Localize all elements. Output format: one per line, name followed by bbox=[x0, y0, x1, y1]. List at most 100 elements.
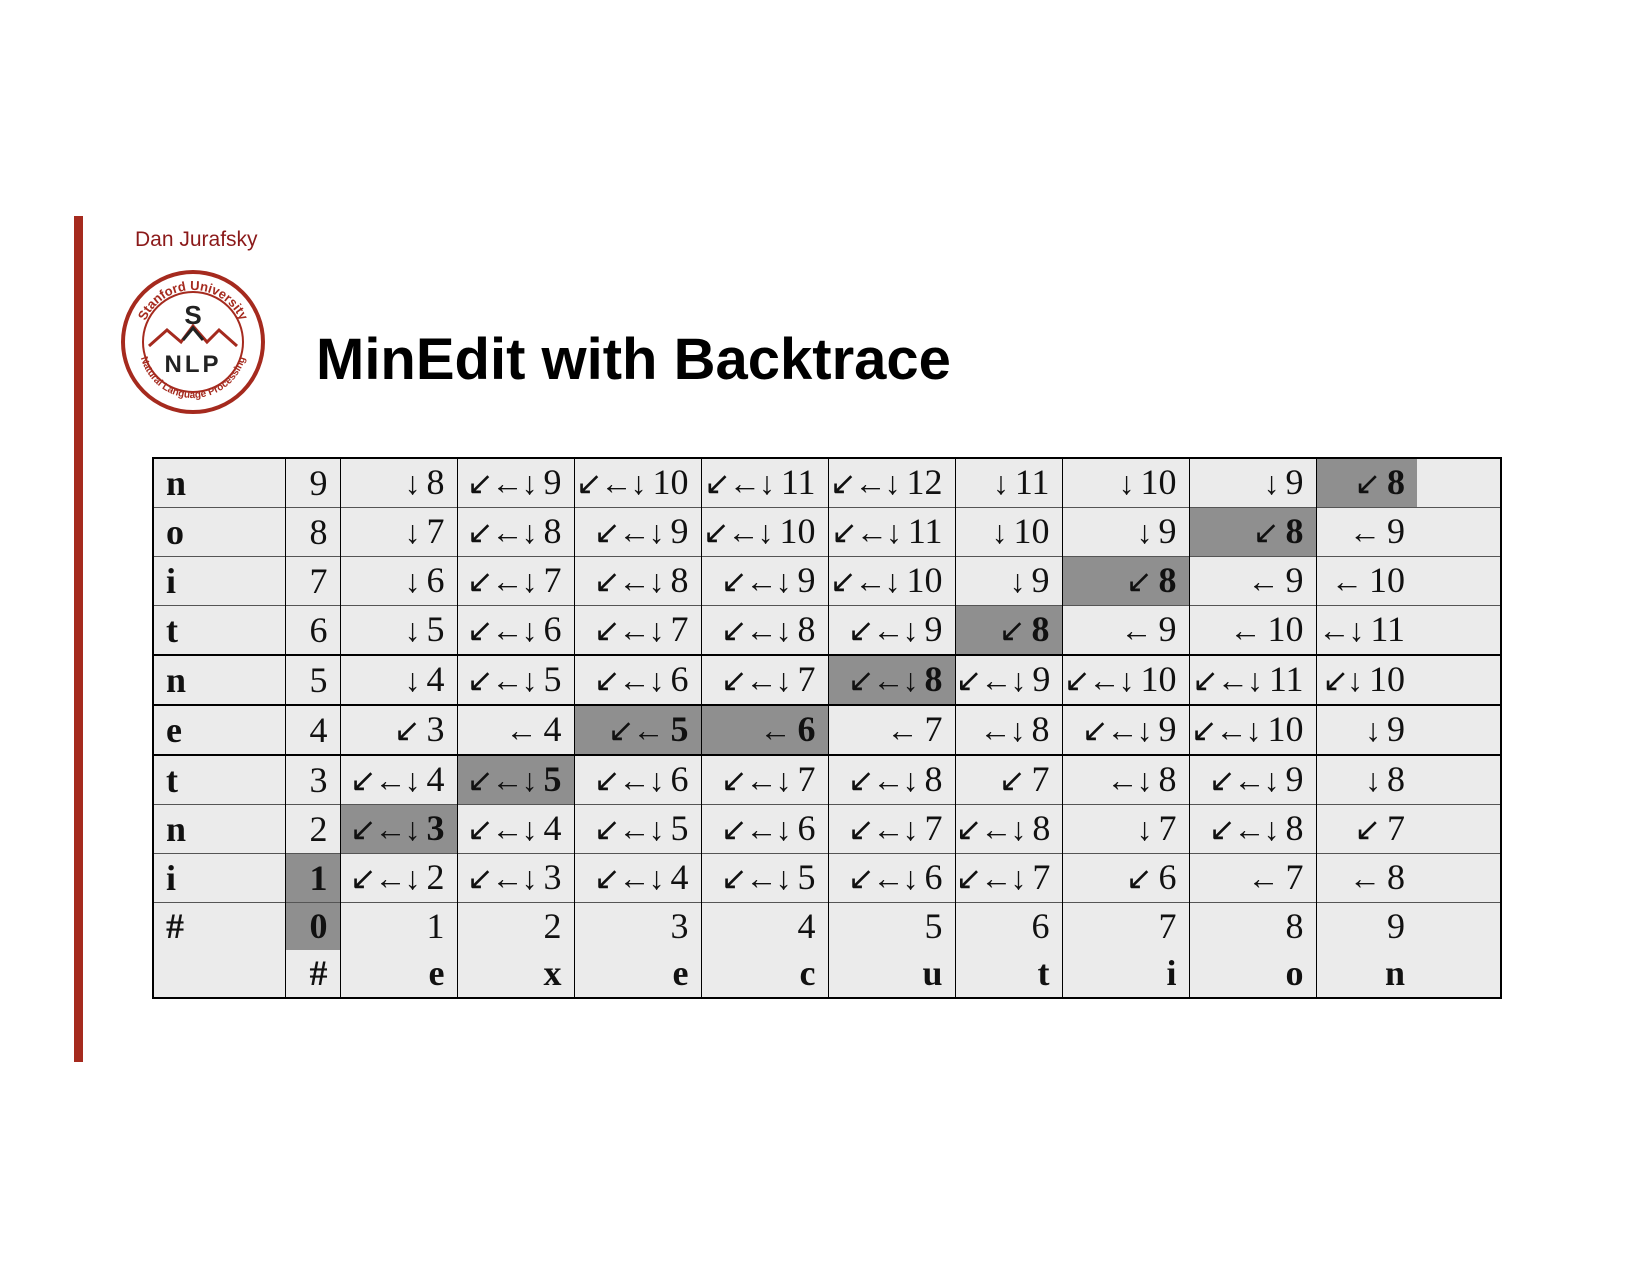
cell-value: 7 bbox=[1031, 759, 1050, 799]
table-cell: ↙ 7 bbox=[1315, 804, 1417, 854]
backtrace-arrow-icon: ↙←↓ bbox=[1208, 762, 1280, 798]
backtrace-arrow-icon: ↙←↓ bbox=[847, 612, 919, 648]
table-cell: ← 7 bbox=[827, 704, 955, 755]
table-row: n 9 ↓ 8 ↙←↓ 9 ↙←↓ 10 ↙←↓ 11 ↙←↓ 12 ↓ 11 ↓ 10 ↓ 9 ↙ 8 bbox=[153, 458, 1501, 508]
table-cell: ↙←↓ 5 bbox=[573, 804, 701, 854]
empty-cell bbox=[1417, 754, 1501, 805]
row-label: i bbox=[153, 556, 285, 606]
empty-cell bbox=[1417, 950, 1501, 998]
cell-value: 7 bbox=[1158, 808, 1177, 848]
backtrace-arrow-icon: ↙←↓ bbox=[593, 612, 665, 648]
table-cell: ↓ 9 bbox=[954, 556, 1062, 606]
column-label: i bbox=[1061, 950, 1189, 998]
table-cell: ←↓ 11 bbox=[1315, 605, 1417, 655]
backtrace-arrow-icon: ↙←↓ bbox=[466, 811, 538, 847]
table-cell: ↙←↓ 8 bbox=[700, 605, 828, 655]
empty-cell bbox=[1417, 804, 1501, 854]
backtrace-arrow-icon: ↙←↓ bbox=[349, 762, 421, 798]
table-cell: 9 bbox=[284, 458, 340, 508]
column-label-row: # e x e c u t i o n bbox=[153, 950, 1501, 998]
backtrace-arrow-icon: ↙ bbox=[393, 712, 421, 748]
slide-title: MinEdit with Backtrace bbox=[316, 327, 951, 392]
cell-value: 9 bbox=[1285, 462, 1304, 502]
cell-value: 8 bbox=[1285, 808, 1304, 848]
table-cell: ↙ 7 bbox=[954, 754, 1062, 805]
row-label: i bbox=[153, 853, 285, 903]
cell-value: 4 bbox=[426, 759, 445, 799]
cell-value: 8 bbox=[1285, 906, 1304, 946]
cell-value: 8 bbox=[1285, 511, 1304, 551]
cell-value: 10 bbox=[1140, 659, 1177, 699]
backtrace-arrow-icon: ↓ bbox=[1118, 465, 1135, 501]
backtrace-arrow-icon: ↙←↓ bbox=[955, 662, 1026, 698]
table-cell: ↙←↓ 6 bbox=[456, 605, 574, 655]
column-label: u bbox=[827, 950, 955, 998]
cell-value: 1 bbox=[426, 906, 445, 946]
backtrace-arrow-icon: ← bbox=[1229, 612, 1262, 648]
row-label: # bbox=[153, 902, 285, 950]
backtrace-arrow-icon: ↙ bbox=[1354, 465, 1381, 501]
cell-value: 7 bbox=[1285, 857, 1304, 897]
table-cell: 1 bbox=[339, 902, 457, 950]
table-cell: ↙←↓ 6 bbox=[700, 804, 828, 854]
table-cell: ↙←↓ 4 bbox=[573, 853, 701, 903]
cell-value: 9 bbox=[797, 560, 816, 600]
table-cell: ↓ 10 bbox=[1061, 458, 1189, 508]
table-cell: ↙←↓ 4 bbox=[456, 804, 574, 854]
column-label: e bbox=[573, 950, 701, 998]
backtrace-arrow-icon: ← bbox=[1120, 612, 1153, 648]
backtrace-arrow-icon: ↙←↓ bbox=[466, 514, 538, 550]
cell-value: 9 bbox=[1387, 511, 1405, 551]
backtrace-arrow-icon: ← bbox=[1349, 514, 1381, 550]
table-cell: ↓ 5 bbox=[339, 605, 457, 655]
backtrace-arrow-icon: ↙←↓ bbox=[847, 811, 919, 847]
cell-value: 6 bbox=[309, 609, 328, 650]
table-cell: ←↓ 8 bbox=[954, 704, 1062, 755]
backtrace-arrow-icon: ↙←↓ bbox=[466, 612, 538, 648]
table-cell: ↙←↓ 9 bbox=[954, 654, 1062, 705]
backtrace-arrow-icon: ↓ bbox=[404, 662, 421, 698]
backtrace-arrow-icon: ↓ bbox=[404, 514, 421, 550]
table-cell: ↙←↓ 11 bbox=[827, 507, 955, 557]
table-cell: ↙←↓ 10 bbox=[700, 507, 828, 557]
backtrace-arrow-icon: ↓ bbox=[1136, 514, 1153, 550]
cell-value: 5 bbox=[797, 857, 816, 897]
row-label: t bbox=[153, 605, 285, 655]
table-cell: ↙←↓ 9 bbox=[573, 507, 701, 557]
table-cell: ↙←↓ 5 bbox=[700, 853, 828, 903]
table-cell: 8 bbox=[284, 507, 340, 557]
cell-value: 12 bbox=[906, 462, 943, 502]
table-cell: 4 bbox=[284, 704, 340, 755]
backtrace-arrow-icon: ↙←↓ bbox=[593, 514, 665, 550]
cell-value: 6 bbox=[543, 609, 562, 649]
backtrace-arrow-icon: ↙ bbox=[1125, 860, 1153, 896]
table-row: n 5 ↓ 4 ↙←↓ 5 ↙←↓ 6 ↙←↓ 7 ↙←↓ 8 ↙←↓ 9 ↙←↓ 10 ↙←↓ 11 ↙↓ 10 bbox=[153, 654, 1501, 705]
empty-cell bbox=[1417, 654, 1501, 705]
backtrace-arrow-icon: ↓ bbox=[404, 465, 421, 501]
table-cell: ↙←↓ 7 bbox=[954, 853, 1062, 903]
table-cell: ↓ 10 bbox=[954, 507, 1062, 557]
table-cell: ↙←↓ 2 bbox=[339, 853, 457, 903]
table-cell: ↙←↓ 5 bbox=[456, 654, 574, 705]
table-cell: ↓ 4 bbox=[339, 654, 457, 705]
backtrace-arrow-icon: ↙←↓ bbox=[466, 465, 538, 501]
cell-value: 9 bbox=[1158, 511, 1177, 551]
row-label: t bbox=[153, 754, 285, 805]
cell-value: 7 bbox=[924, 808, 943, 848]
backtrace-arrow-icon: ↙←↓ bbox=[593, 860, 665, 896]
cell-value: 8 bbox=[1387, 857, 1405, 897]
table-cell: ↙←↓ 6 bbox=[573, 654, 701, 705]
cell-value: 9 bbox=[1032, 659, 1051, 699]
backtrace-arrow-icon: ↙←↓ bbox=[593, 762, 665, 798]
table-cell: ← 6 bbox=[700, 704, 828, 755]
cell-value: 8 bbox=[797, 609, 816, 649]
backtrace-arrow-icon: ↙←↓ bbox=[349, 811, 421, 847]
cell-value: 8 bbox=[1031, 609, 1050, 649]
table-cell: 5 bbox=[827, 902, 955, 950]
table-cell: ↙←↓ 10 bbox=[573, 458, 701, 508]
backtrace-arrow-icon: ↙←↓ bbox=[1208, 811, 1280, 847]
table-cell: 6 bbox=[954, 902, 1062, 950]
table-cell: ↙←↓ 7 bbox=[573, 605, 701, 655]
cell-value: 9 bbox=[1285, 759, 1304, 799]
table-cell: ↙←↓ 5 bbox=[456, 754, 574, 805]
